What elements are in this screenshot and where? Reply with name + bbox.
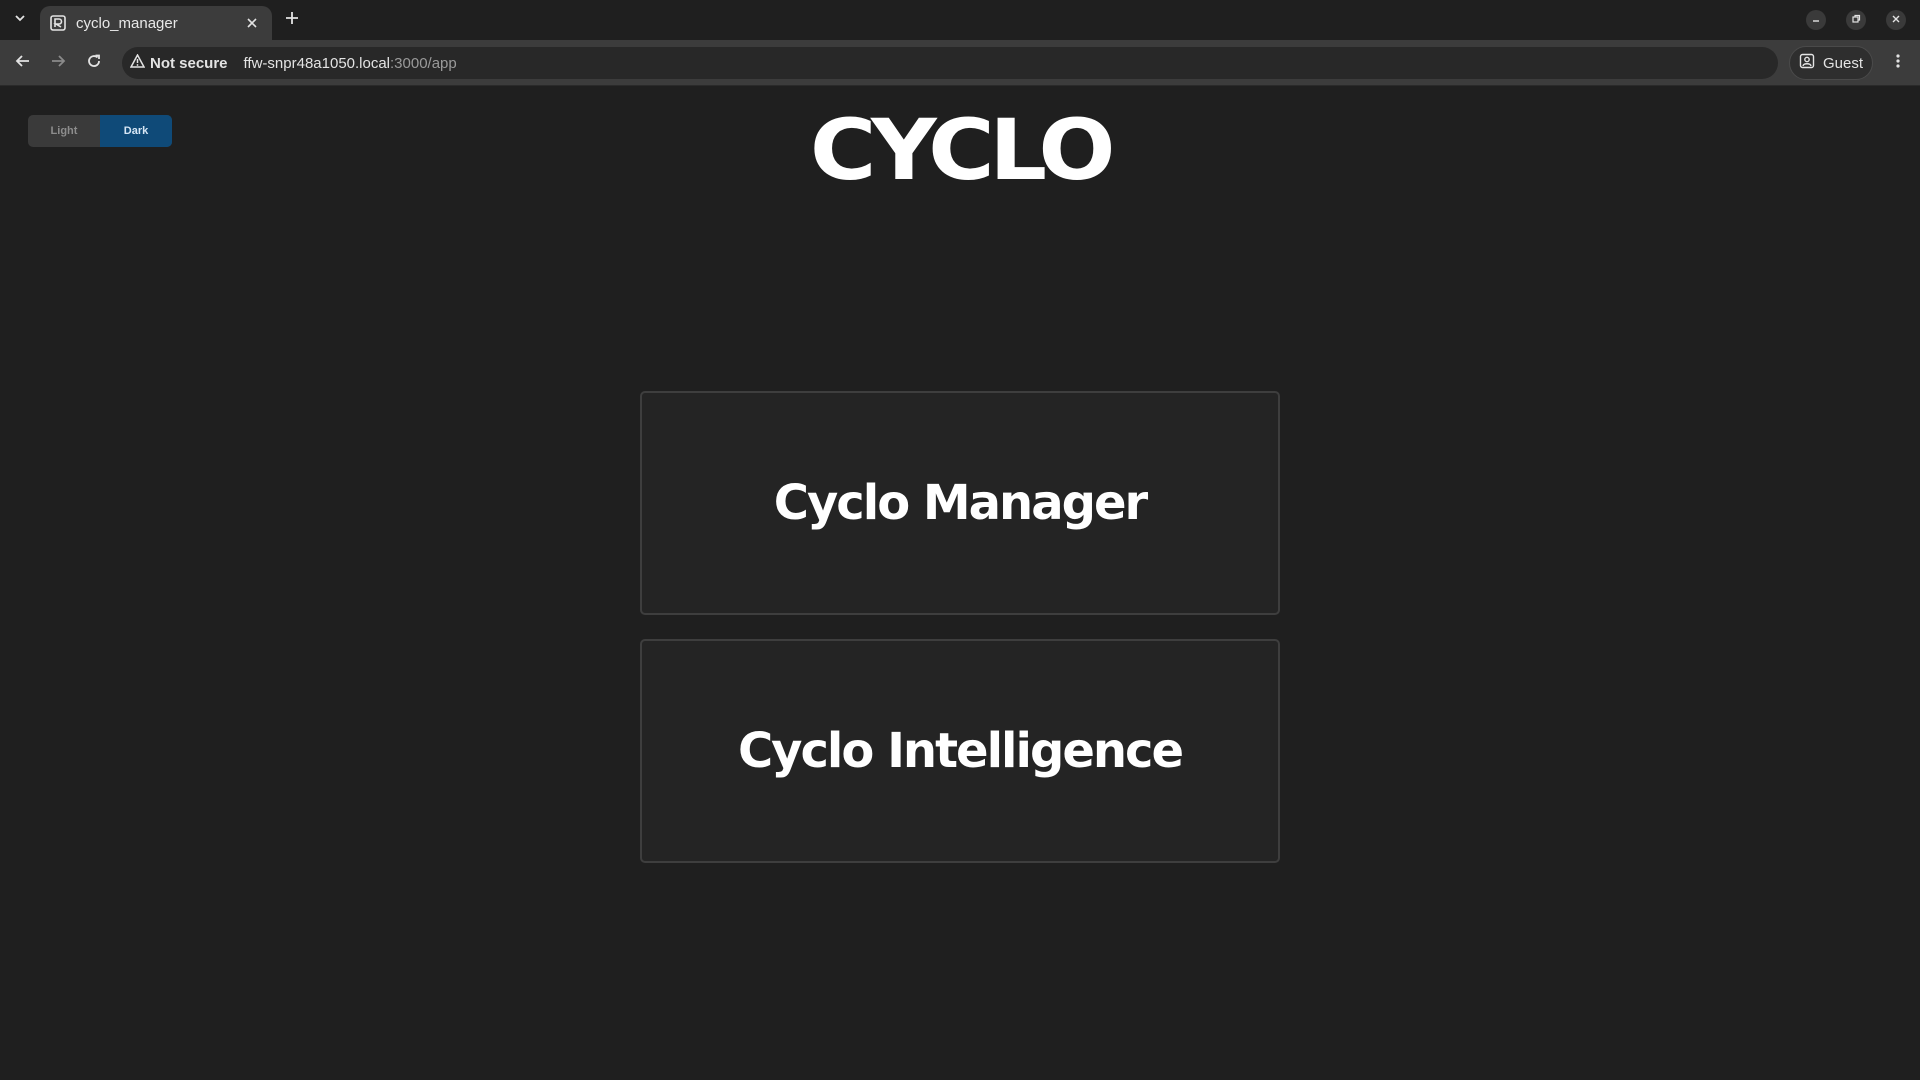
restore-icon xyxy=(1851,11,1861,29)
minimize-icon xyxy=(1811,11,1821,29)
tab-close-icon[interactable] xyxy=(242,13,262,33)
close-window-button[interactable] xyxy=(1886,10,1906,30)
browser-toolbar: Not secure ffw-snpr48a1050.local:3000/ap… xyxy=(0,40,1920,86)
cyclo-manager-card[interactable]: Cyclo Manager xyxy=(640,391,1280,615)
plus-icon xyxy=(285,11,299,30)
card-label: Cyclo Intelligence xyxy=(737,723,1184,779)
security-indicator[interactable]: Not secure xyxy=(129,53,228,72)
tab-search-button[interactable] xyxy=(8,8,32,32)
arrow-right-icon xyxy=(50,53,66,74)
favicon-icon xyxy=(50,15,66,31)
back-button[interactable] xyxy=(11,51,35,75)
arrow-left-icon xyxy=(15,53,31,74)
warning-icon xyxy=(129,53,146,72)
cyclo-intelligence-card[interactable]: Cyclo Intelligence xyxy=(640,639,1280,863)
minimize-button[interactable] xyxy=(1806,10,1826,30)
browser-tab[interactable]: cyclo_manager xyxy=(40,6,272,40)
card-label: Cyclo Manager xyxy=(773,475,1148,531)
reload-icon xyxy=(86,53,102,74)
page-content: Light Dark CYCLO Cyclo Manager Cyclo Int… xyxy=(0,86,1920,1080)
guest-profile-icon xyxy=(1799,53,1815,73)
browser-menu-button[interactable] xyxy=(1886,51,1910,75)
profile-label: Guest xyxy=(1822,54,1864,72)
close-icon xyxy=(1891,11,1901,29)
reload-button[interactable] xyxy=(82,51,106,75)
restore-button[interactable] xyxy=(1846,10,1866,30)
profile-button[interactable]: Guest xyxy=(1789,46,1873,80)
url-path: :3000/app xyxy=(390,54,457,72)
forward-button[interactable] xyxy=(46,51,70,75)
address-bar[interactable]: Not secure ffw-snpr48a1050.local:3000/ap… xyxy=(122,47,1778,79)
security-label: Not secure xyxy=(150,54,228,72)
more-vertical-icon xyxy=(1896,53,1900,74)
chevron-down-icon xyxy=(13,11,27,30)
url-host: ffw-snpr48a1050.local xyxy=(243,54,391,72)
cyclo-logo: CYCLO xyxy=(809,101,1116,199)
tab-strip: cyclo_manager xyxy=(0,0,1920,40)
tab-title: cyclo_manager xyxy=(76,14,178,32)
new-tab-button[interactable] xyxy=(280,8,304,32)
